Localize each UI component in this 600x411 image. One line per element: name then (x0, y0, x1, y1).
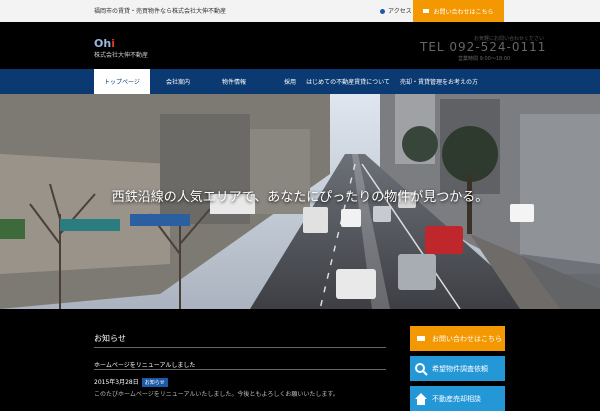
news-heading: お知らせ (94, 334, 126, 343)
hero-banner: 西鉄沿線の人気エリアで、あなたにぴったりの物件が見つかる。 (0, 94, 600, 309)
sale-consultation-label: 不動産売却相談 (432, 394, 481, 403)
contact-button-label: お問い合わせはこちら (432, 334, 502, 343)
main-nav: トップページ 会社案内 物件情報 採用 はじめての不動産賃貸について 売却・賃貸… (0, 69, 600, 94)
top-contact-button[interactable]: お問い合わせはこちら (413, 0, 504, 22)
mail-icon (410, 326, 432, 351)
sale-consultation-button[interactable]: 不動産売却相談 (410, 386, 505, 411)
house-icon (410, 386, 432, 411)
nav-item-sale-management[interactable]: 売却・賃貸管理をお考えの方 (378, 69, 500, 94)
news-description: このたびホームページをリニューアルいたしました。今後ともよろしくお願いいたします… (94, 391, 339, 398)
news-category-badge[interactable]: お知らせ (141, 378, 168, 387)
news-date-row: 2015年3月28日 お知らせ (94, 377, 168, 387)
top-bar: 福岡市の賃貸・売買物件なら株式会社大伸不動産 アクセス お問い合わせはこちら (0, 0, 600, 22)
property-request-label: 希望物件調査依頼 (432, 364, 488, 373)
mail-icon (423, 9, 430, 13)
access-label: アクセス (388, 8, 412, 15)
phone-number[interactable]: TEL 092-524-0111 (420, 40, 546, 54)
news-date: 2015年3月28日 (94, 379, 139, 386)
nav-item-properties[interactable]: 物件情報 (206, 69, 262, 94)
logo-text: Oh (94, 37, 112, 50)
divider (94, 347, 386, 348)
nav-item-first-rental[interactable]: はじめての不動産賃貸について (306, 69, 390, 94)
property-request-button[interactable]: 希望物件調査依頼 (410, 356, 505, 381)
nav-item-top[interactable]: トップページ (94, 69, 150, 94)
business-hours: 営業時間 9:00〜18:00 (458, 56, 511, 62)
news-link[interactable]: ホームページをリニューアルしました (94, 360, 195, 369)
site-logo[interactable]: Ohi (94, 37, 115, 50)
site-header: Ohi 株式会社大伸不動産 お気軽にお問い合わせください TEL 092-524… (0, 22, 600, 69)
tagline: 福岡市の賃貸・売買物件なら株式会社大伸不動産 (94, 8, 227, 15)
search-icon (410, 356, 432, 381)
nav-item-company[interactable]: 会社案内 (150, 69, 206, 94)
contact-button[interactable]: お問い合わせはこちら (410, 326, 505, 351)
location-icon (380, 9, 385, 14)
access-link[interactable]: アクセス (380, 6, 412, 15)
divider (94, 369, 386, 370)
logo-accent: i (111, 37, 115, 50)
hero-caption: 西鉄沿線の人気エリアで、あなたにぴったりの物件が見つかる。 (111, 190, 489, 205)
top-contact-label: お問い合わせはこちら (433, 8, 494, 16)
company-name: 株式会社大伸不動産 (94, 52, 149, 59)
